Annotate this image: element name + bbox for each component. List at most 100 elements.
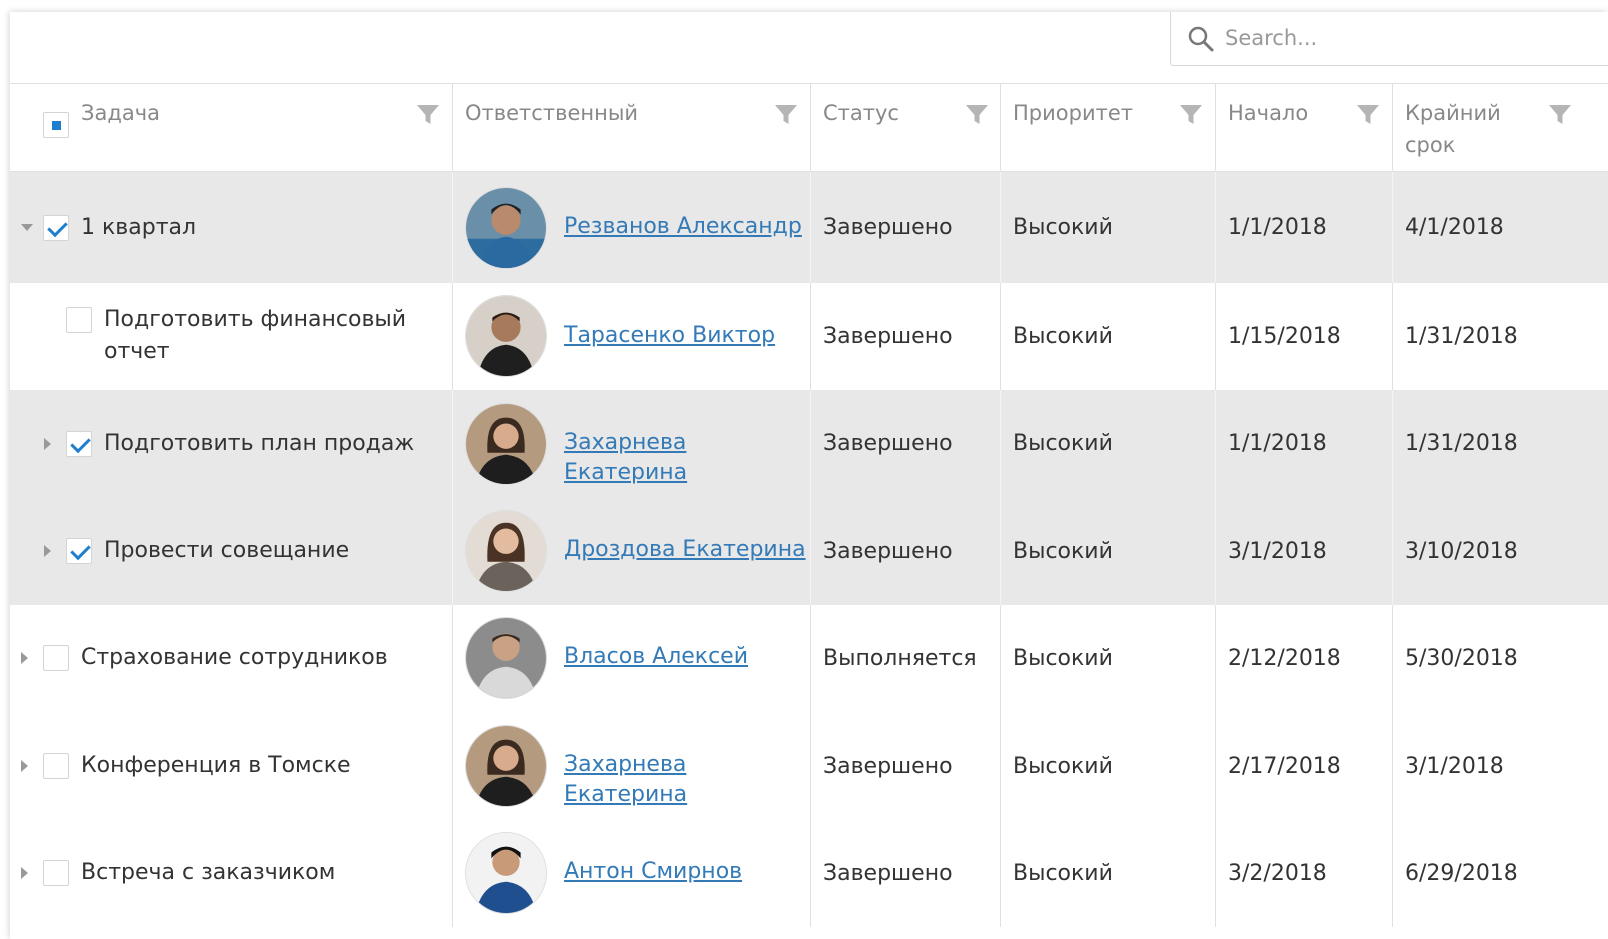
task-name: 1 квартал bbox=[81, 215, 197, 240]
deadline-date: 1/31/2018 bbox=[1405, 431, 1518, 456]
start-date: 1/1/2018 bbox=[1228, 431, 1327, 456]
search-input[interactable] bbox=[1225, 20, 1605, 56]
row-checkbox[interactable] bbox=[66, 431, 92, 457]
priority-text: Высокий bbox=[1013, 214, 1113, 240]
task-name-line1: Подготовить финансовый bbox=[104, 307, 407, 332]
start-date: 1/15/2018 bbox=[1228, 323, 1341, 349]
table-row[interactable]: 1 квартал Резванов Александр Завершено В… bbox=[10, 172, 1608, 283]
avatar bbox=[465, 510, 547, 592]
deadline-date: 6/29/2018 bbox=[1405, 860, 1518, 886]
expand-arrow-icon[interactable] bbox=[44, 438, 51, 450]
column-title-deadline-line2: срок bbox=[1405, 133, 1456, 157]
row-checkbox[interactable] bbox=[66, 538, 92, 564]
deadline-cell: 3/1/2018 bbox=[1393, 713, 1608, 820]
row-checkbox[interactable] bbox=[43, 215, 69, 241]
filter-icon[interactable] bbox=[965, 104, 989, 126]
table-row[interactable]: Конференция в Томске Захарнева Екатерина… bbox=[10, 713, 1608, 820]
task-name: Провести совещание bbox=[104, 538, 350, 563]
start-cell: 1/1/2018 bbox=[1216, 390, 1393, 498]
owner-cell: Власов Алексей bbox=[453, 605, 811, 713]
filter-icon[interactable] bbox=[1548, 104, 1572, 126]
expand-arrow-icon[interactable] bbox=[21, 867, 28, 879]
filter-icon[interactable] bbox=[1179, 104, 1203, 126]
expand-arrow-icon[interactable] bbox=[21, 652, 28, 664]
deadline-cell: 6/29/2018 bbox=[1393, 820, 1608, 927]
task-name: Страхование сотрудников bbox=[81, 645, 388, 670]
row-checkbox[interactable] bbox=[43, 645, 69, 671]
column-title-status: Статус bbox=[823, 101, 899, 125]
column-title-deadline: Крайний срок bbox=[1405, 97, 1501, 161]
filter-icon[interactable] bbox=[774, 104, 798, 126]
search-box[interactable] bbox=[1170, 12, 1608, 66]
deadline-date: 3/1/2018 bbox=[1405, 753, 1504, 779]
row-checkbox[interactable] bbox=[66, 307, 92, 333]
task-name: Встреча с заказчиком bbox=[81, 860, 336, 885]
select-all-checkbox[interactable] bbox=[43, 112, 69, 138]
filter-icon[interactable] bbox=[1356, 104, 1380, 126]
table-row[interactable]: Страхование сотрудников Власов Алексей В… bbox=[10, 605, 1608, 713]
status-text: Завершено bbox=[823, 753, 953, 779]
priority-cell: Высокий bbox=[1001, 713, 1216, 820]
status-cell: Завершено bbox=[811, 172, 1001, 283]
start-date: 3/1/2018 bbox=[1228, 538, 1327, 564]
deadline-date: 4/1/2018 bbox=[1405, 214, 1504, 240]
avatar bbox=[465, 403, 547, 485]
avatar bbox=[465, 295, 547, 377]
deadline-date: 1/31/2018 bbox=[1405, 323, 1518, 349]
task-name: Конференция в Томске bbox=[81, 753, 351, 778]
owner-link[interactable]: Власов Алексей bbox=[564, 642, 748, 672]
owner-link[interactable]: Захарнева Екатерина bbox=[564, 750, 810, 810]
deadline-cell: 3/10/2018 bbox=[1393, 498, 1608, 605]
owner-link[interactable]: Антон Смирнов bbox=[564, 857, 742, 887]
column-header-owner[interactable]: Ответственный bbox=[453, 84, 811, 172]
start-date: 2/17/2018 bbox=[1228, 753, 1341, 779]
start-cell: 2/17/2018 bbox=[1216, 713, 1393, 820]
task-cell: Встреча с заказчиком bbox=[10, 820, 453, 927]
deadline-date: 5/30/2018 bbox=[1405, 646, 1518, 671]
column-title-start: Начало bbox=[1228, 101, 1309, 125]
expand-arrow-icon[interactable] bbox=[21, 760, 28, 772]
expand-arrow-icon[interactable] bbox=[44, 545, 51, 557]
task-cell: Провести совещание bbox=[10, 498, 453, 605]
table-row[interactable]: Провести совещание Дроздова Екатерина За… bbox=[10, 498, 1608, 605]
column-header-task[interactable]: Задача bbox=[10, 84, 453, 172]
filter-icon[interactable] bbox=[416, 104, 440, 126]
avatar bbox=[465, 725, 547, 807]
status-text: Завершено bbox=[823, 538, 953, 564]
table-row[interactable]: Встреча с заказчиком Антон Смирнов Завер… bbox=[10, 820, 1608, 927]
status-cell: Завершено bbox=[811, 390, 1001, 498]
start-date: 1/1/2018 bbox=[1228, 214, 1327, 240]
priority-cell: Высокий bbox=[1001, 172, 1216, 283]
row-checkbox[interactable] bbox=[43, 860, 69, 886]
column-header-priority[interactable]: Приоритет bbox=[1001, 84, 1216, 172]
grid-header: Задача Ответственный Статус Приоритет На… bbox=[10, 84, 1608, 172]
deadline-cell: 1/31/2018 bbox=[1393, 283, 1608, 390]
owner-link[interactable]: Тарасенко Виктор bbox=[564, 321, 775, 351]
task-grid-widget: Задача Ответственный Статус Приоритет На… bbox=[10, 12, 1608, 939]
owner-link[interactable]: Захарнева Екатерина bbox=[564, 428, 810, 488]
start-cell: 3/1/2018 bbox=[1216, 498, 1393, 605]
status-cell: Завершено bbox=[811, 498, 1001, 605]
collapse-arrow-icon[interactable] bbox=[21, 224, 33, 231]
column-header-start[interactable]: Начало bbox=[1216, 84, 1393, 172]
priority-text: Высокий bbox=[1013, 538, 1113, 564]
task-name: Подготовить план продаж bbox=[104, 431, 415, 456]
avatar bbox=[465, 832, 547, 914]
deadline-date: 3/10/2018 bbox=[1405, 538, 1518, 564]
start-cell: 2/12/2018 bbox=[1216, 605, 1393, 713]
owner-cell: Антон Смирнов bbox=[453, 820, 811, 927]
table-row[interactable]: Подготовить план продаж Захарнева Екатер… bbox=[10, 390, 1608, 498]
column-header-status[interactable]: Статус bbox=[811, 84, 1001, 172]
task-cell: Подготовить план продаж bbox=[10, 390, 453, 498]
column-header-deadline[interactable]: Крайний срок bbox=[1393, 84, 1608, 172]
row-checkbox[interactable] bbox=[43, 753, 69, 779]
avatar bbox=[465, 617, 547, 699]
owner-link[interactable]: Резванов Александр bbox=[564, 212, 802, 242]
task-name-line2: отчет bbox=[104, 339, 170, 364]
task-cell: 1 квартал bbox=[10, 172, 453, 283]
table-row[interactable]: Подготовить финансовый отчет Тарасенко В… bbox=[10, 283, 1608, 390]
owner-link[interactable]: Дроздова Екатерина bbox=[564, 535, 806, 565]
deadline-cell: 4/1/2018 bbox=[1393, 172, 1608, 283]
start-cell: 1/15/2018 bbox=[1216, 283, 1393, 390]
status-cell: Завершено bbox=[811, 820, 1001, 927]
